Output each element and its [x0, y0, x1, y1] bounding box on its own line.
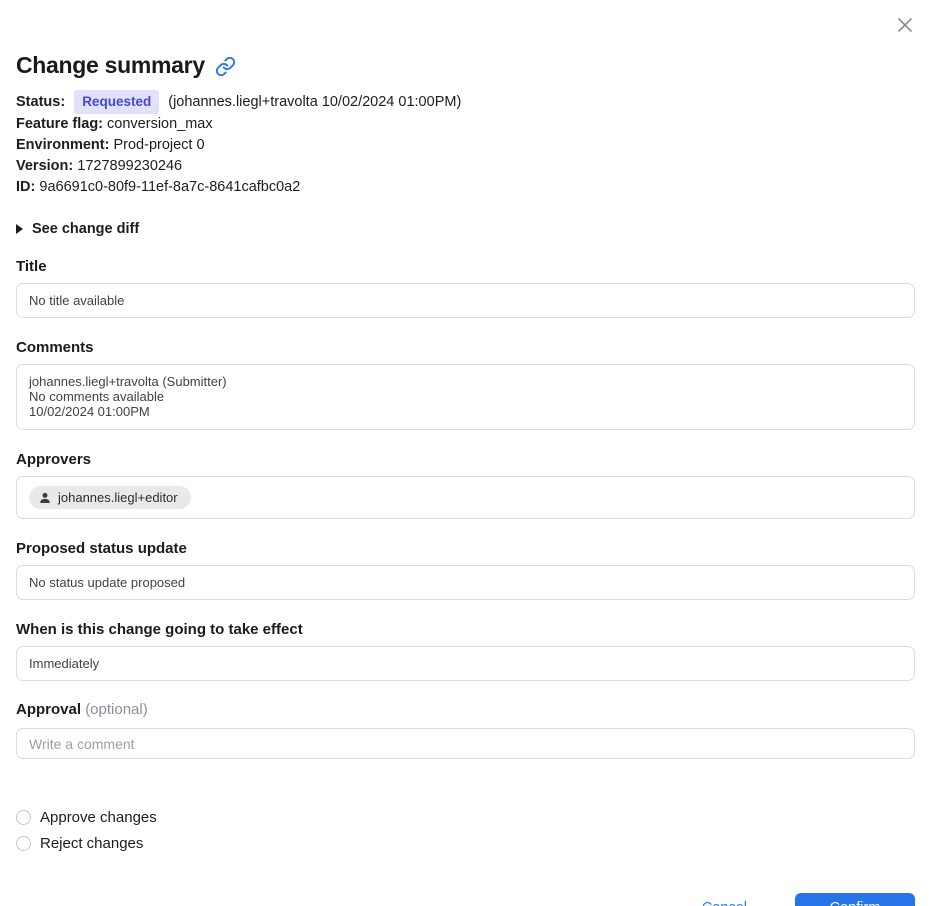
reject-changes-option[interactable]: Reject changes	[16, 835, 143, 852]
approver-chip: johannes.liegl+editor	[29, 486, 191, 509]
approval-field-label: Approval (optional)	[16, 700, 915, 719]
dialog-title-text: Change summary	[16, 52, 205, 78]
effect-field-value: Immediately	[16, 646, 915, 681]
approval-comment-input[interactable]	[16, 728, 915, 759]
approve-changes-radio[interactable]	[16, 810, 31, 825]
link-icon[interactable]	[215, 56, 236, 77]
status-badge: Requested	[74, 90, 160, 114]
comments-field: johannes.liegl+travolta (Submitter) No c…	[16, 364, 915, 430]
see-change-diff-toggle[interactable]: See change diff	[16, 221, 139, 237]
status-update-field-value: No status update proposed	[16, 565, 915, 600]
version-row: Version: 1727899230246	[16, 156, 915, 177]
close-icon	[898, 18, 912, 32]
feature-flag-label: Feature flag:	[16, 116, 104, 132]
feature-flag-row: Feature flag: conversion_max	[16, 114, 915, 135]
approval-label-text: Approval	[16, 701, 82, 718]
decision-radio-group: Approve changes Reject changes	[16, 809, 915, 852]
close-button[interactable]	[892, 12, 918, 38]
feature-flag-value: conversion_max	[107, 116, 213, 132]
effect-field-label: When is this change going to take effect	[16, 621, 303, 638]
environment-value: Prod-project 0	[113, 137, 205, 153]
person-icon	[40, 492, 50, 503]
page-title: Change summary	[16, 0, 915, 79]
cancel-button[interactable]: Cancel	[702, 900, 747, 906]
version-value: 1727899230246	[77, 158, 183, 174]
approval-optional-text: (optional)	[85, 701, 148, 718]
dialog-footer: Cancel Confirm	[16, 893, 915, 906]
comment-submitter-line: johannes.liegl+travolta (Submitter)	[29, 374, 227, 389]
environment-label: Environment:	[16, 137, 110, 153]
title-field-label: Title	[16, 258, 47, 275]
status-detail: (johannes.liegl+travolta 10/02/2024 01:0…	[168, 94, 462, 110]
approvers-field: johannes.liegl+editor	[16, 476, 915, 519]
id-row: ID: 9a6691c0-80f9-11ef-8a7c-8641cafbc0a2	[16, 177, 915, 198]
comments-field-label: Comments	[16, 339, 94, 356]
status-row: Status: Requested (johannes.liegl+travol…	[16, 90, 915, 114]
status-update-field-label: Proposed status update	[16, 540, 187, 557]
approve-changes-option[interactable]: Approve changes	[16, 809, 157, 826]
caret-right-icon	[16, 224, 23, 234]
reject-changes-radio[interactable]	[16, 836, 31, 851]
id-value: 9a6691c0-80f9-11ef-8a7c-8641cafbc0a2	[39, 179, 301, 195]
version-label: Version:	[16, 158, 74, 174]
see-change-diff-label: See change diff	[32, 221, 140, 237]
change-summary-dialog: Change summary Status: Requested (johann…	[0, 0, 929, 906]
environment-row: Environment: Prod-project 0	[16, 135, 915, 156]
approver-chip-label: johannes.liegl+editor	[58, 490, 178, 505]
approvers-field-label: Approvers	[16, 451, 92, 468]
confirm-button[interactable]: Confirm	[795, 893, 915, 906]
status-label: Status:	[16, 94, 66, 110]
comment-body-line: No comments available	[29, 389, 165, 404]
title-field-value: No title available	[16, 283, 915, 318]
comment-timestamp-line: 10/02/2024 01:00PM	[29, 404, 150, 419]
approve-changes-label: Approve changes	[40, 809, 157, 826]
id-label: ID:	[16, 179, 36, 195]
reject-changes-label: Reject changes	[40, 835, 144, 852]
meta-block: Status: Requested (johannes.liegl+travol…	[16, 90, 915, 198]
